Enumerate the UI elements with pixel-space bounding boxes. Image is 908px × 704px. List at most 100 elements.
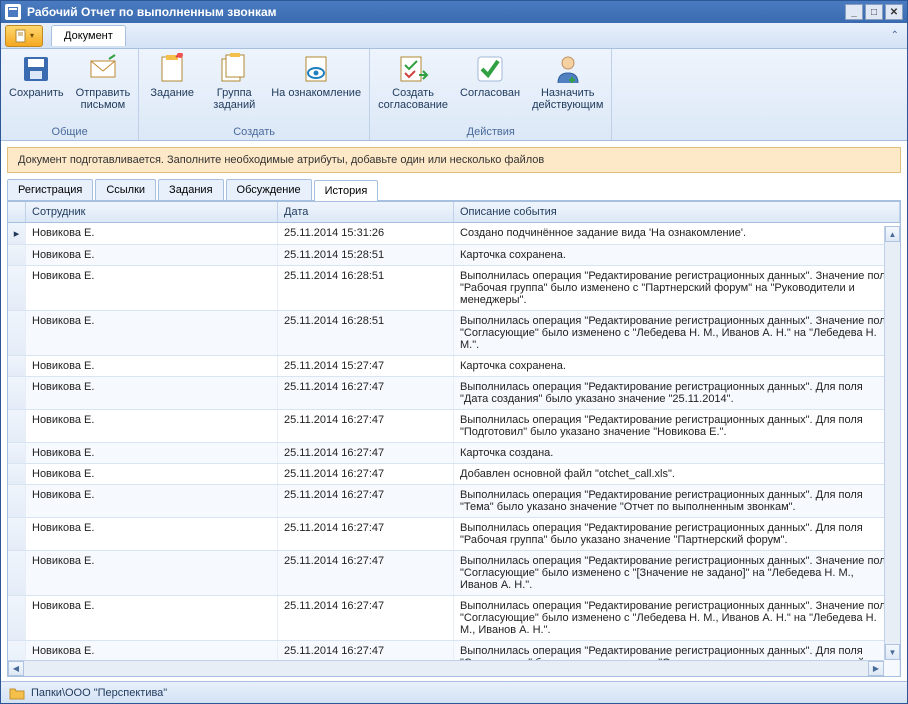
table-row[interactable]: Новикова Е.25.11.2014 16:27:47Карточка с… — [8, 443, 900, 464]
cell-date: 25.11.2014 15:28:51 — [278, 245, 454, 265]
row-indicator — [8, 245, 26, 265]
save-icon — [20, 53, 52, 85]
cell-date: 25.11.2014 15:31:26 — [278, 223, 454, 244]
row-indicator: ▸ — [8, 223, 26, 244]
ribbon-label: Создатьсогласование — [378, 87, 448, 111]
row-indicator — [8, 518, 26, 550]
row-indicator — [8, 464, 26, 484]
row-indicator — [8, 596, 26, 640]
table-row[interactable]: Новикова Е.25.11.2014 16:27:47Выполнилас… — [8, 551, 900, 596]
titlebar: Рабочий Отчет по выполненным звонкам _ □… — [1, 1, 907, 23]
cell-description: Выполнилась операция "Редактирование рег… — [454, 311, 900, 355]
ribbon-collapse-button[interactable]: ⌃ — [891, 30, 899, 41]
ribbon-label: Отправитьписьмом — [76, 87, 131, 111]
mail-icon — [87, 53, 119, 85]
tab-0[interactable]: Регистрация — [7, 179, 93, 200]
document-icon — [14, 29, 28, 43]
table-row[interactable]: Новикова Е.25.11.2014 16:27:47Выполнилас… — [8, 377, 900, 410]
ribbon-group-title: Действия — [378, 126, 603, 138]
statusbar: Папки\ООО "Перспектива" — [1, 681, 907, 703]
cell-description: Карточка сохранена. — [454, 245, 900, 265]
table-row[interactable]: Новикова Е.25.11.2014 16:27:47Выполнилас… — [8, 410, 900, 443]
table-row[interactable]: Новикова Е.25.11.2014 16:27:47Выполнилас… — [8, 596, 900, 641]
grid-header: Сотрудник Дата Описание события — [8, 202, 900, 223]
table-row[interactable]: Новикова Е.25.11.2014 16:27:47Выполнилас… — [8, 518, 900, 551]
cell-date: 25.11.2014 16:27:47 — [278, 464, 454, 484]
cell-date: 25.11.2014 15:27:47 — [278, 356, 454, 376]
cell-employee: Новикова Е. — [26, 518, 278, 550]
ribbon-button-eye[interactable]: На ознакомление — [271, 53, 361, 124]
tab-3[interactable]: Обсуждение — [226, 179, 312, 200]
approval-icon — [397, 53, 429, 85]
ribbon-group-2: Создатьсогласование Согласован Назначитьде… — [370, 49, 612, 140]
office-menu-button[interactable]: ▾ — [5, 25, 43, 47]
grid-header-employee[interactable]: Сотрудник — [26, 202, 278, 222]
ribbon-group-title: Создать — [147, 126, 361, 138]
cell-employee: Новикова Е. — [26, 485, 278, 517]
cell-date: 25.11.2014 16:27:47 — [278, 518, 454, 550]
tabstrip: РегистрацияСсылкиЗаданияОбсуждениеИстори… — [7, 179, 901, 201]
cell-description: Выполнилась операция "Редактирование рег… — [454, 410, 900, 442]
cell-date: 25.11.2014 16:27:47 — [278, 377, 454, 409]
cell-employee: Новикова Е. — [26, 551, 278, 595]
statusbar-path: Папки\ООО "Перспектива" — [31, 687, 167, 699]
grid-header-date[interactable]: Дата — [278, 202, 454, 222]
table-row[interactable]: Новикова Е.25.11.2014 16:27:47Добавлен о… — [8, 464, 900, 485]
ribbon-button-task[interactable]: Задание — [147, 53, 197, 124]
eye-icon — [300, 53, 332, 85]
history-grid: Сотрудник Дата Описание события ▸Новиков… — [7, 201, 901, 677]
ribbon-button-approval[interactable]: Создатьсогласование — [378, 53, 448, 124]
vertical-scrollbar[interactable]: ▲ ▼ — [884, 226, 900, 660]
scroll-right-button[interactable]: ▶ — [868, 661, 884, 676]
table-row[interactable]: Новикова Е.25.11.2014 16:28:51Выполнилас… — [8, 311, 900, 356]
scroll-left-button[interactable]: ◀ — [8, 661, 24, 676]
cell-description: Выполнилась операция "Редактирование рег… — [454, 596, 900, 640]
cell-employee: Новикова Е. — [26, 464, 278, 484]
ribbon-label: Сохранить — [9, 87, 64, 99]
app-icon — [5, 4, 21, 20]
row-indicator — [8, 551, 26, 595]
table-row[interactable]: Новикова Е.25.11.2014 15:28:51Карточка с… — [8, 245, 900, 266]
cell-date: 25.11.2014 16:27:47 — [278, 410, 454, 442]
ribbon-group-title: Общие — [9, 126, 130, 138]
scroll-up-button[interactable]: ▲ — [885, 226, 900, 242]
grid-body: ▸Новикова Е.25.11.2014 15:31:26Создано п… — [8, 223, 900, 676]
cell-description: Выполнилась операция "Редактирование рег… — [454, 551, 900, 595]
grid-header-indicator[interactable] — [8, 202, 26, 222]
cell-date: 25.11.2014 16:28:51 — [278, 311, 454, 355]
ribbon-button-save[interactable]: Сохранить — [9, 53, 64, 124]
ribbon-button-user[interactable]: Назначитьдействующим — [532, 53, 603, 124]
tab-2[interactable]: Задания — [158, 179, 223, 200]
ribbon-label: Согласован — [460, 87, 520, 99]
cell-employee: Новикова Е. — [26, 443, 278, 463]
tab-document[interactable]: Документ — [51, 25, 126, 46]
ribbon-label: Задание — [150, 87, 194, 99]
table-row[interactable]: ▸Новикова Е.25.11.2014 15:31:26Создано п… — [8, 223, 900, 245]
tab-1[interactable]: Ссылки — [95, 179, 156, 200]
tab-4[interactable]: История — [314, 180, 379, 201]
grid-header-desc[interactable]: Описание события — [454, 202, 900, 222]
table-row[interactable]: Новикова Е.25.11.2014 16:27:47Выполнилас… — [8, 485, 900, 518]
table-row[interactable]: Новикова Е.25.11.2014 15:27:47Карточка с… — [8, 356, 900, 377]
ribbon-button-tasks[interactable]: Группазаданий — [209, 53, 259, 124]
cell-description: Выполнилась операция "Редактирование рег… — [454, 518, 900, 550]
ribbon-label: На ознакомление — [271, 87, 361, 99]
row-indicator — [8, 377, 26, 409]
user-icon — [552, 53, 584, 85]
cell-employee: Новикова Е. — [26, 311, 278, 355]
cell-employee: Новикова Е. — [26, 410, 278, 442]
table-row[interactable]: Новикова Е.25.11.2014 16:28:51Выполнилас… — [8, 266, 900, 311]
cell-employee: Новикова Е. — [26, 596, 278, 640]
cell-date: 25.11.2014 16:27:47 — [278, 443, 454, 463]
scroll-down-button[interactable]: ▼ — [885, 644, 900, 660]
minimize-button[interactable]: _ — [845, 4, 863, 20]
row-indicator — [8, 311, 26, 355]
ribbon-button-mail[interactable]: Отправитьписьмом — [76, 53, 131, 124]
ribbon-button-check[interactable]: Согласован — [460, 53, 520, 124]
cell-employee: Новикова Е. — [26, 377, 278, 409]
cell-date: 25.11.2014 16:27:47 — [278, 596, 454, 640]
close-button[interactable]: ✕ — [885, 4, 903, 20]
maximize-button[interactable]: □ — [865, 4, 883, 20]
cell-employee: Новикова Е. — [26, 245, 278, 265]
horizontal-scrollbar[interactable]: ◀ ▶ — [8, 660, 884, 676]
